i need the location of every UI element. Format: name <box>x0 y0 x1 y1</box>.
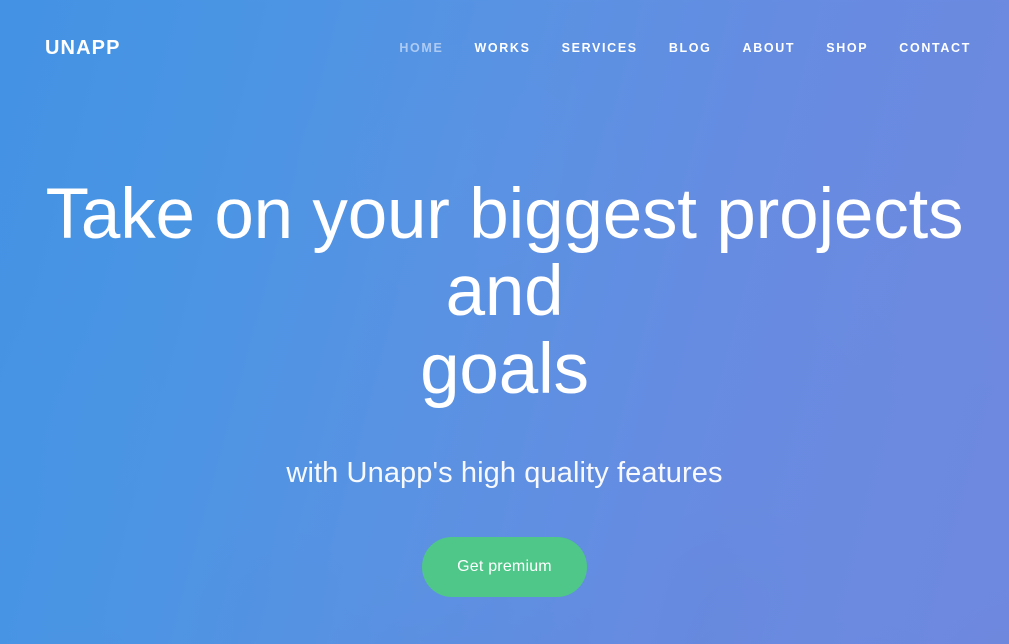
hero-headline: Take on your biggest projects and goals <box>45 176 965 408</box>
hero-copy: Take on your biggest projects and goals … <box>0 0 1009 598</box>
hero-section: UNAPP HOME WORKS SERVICES BLOG ABOUT SHO… <box>0 0 1009 644</box>
get-premium-button[interactable]: Get premium <box>422 537 587 598</box>
hero-headline-line-1: Take on your biggest projects and <box>45 175 964 332</box>
hero-content: UNAPP HOME WORKS SERVICES BLOG ABOUT SHO… <box>0 0 1009 644</box>
hero-cta-wrapper: Get premium <box>0 537 1009 598</box>
hero-headline-line-2: goals <box>420 329 589 409</box>
hero-subheadline: with Unapp's high quality features <box>286 457 723 490</box>
